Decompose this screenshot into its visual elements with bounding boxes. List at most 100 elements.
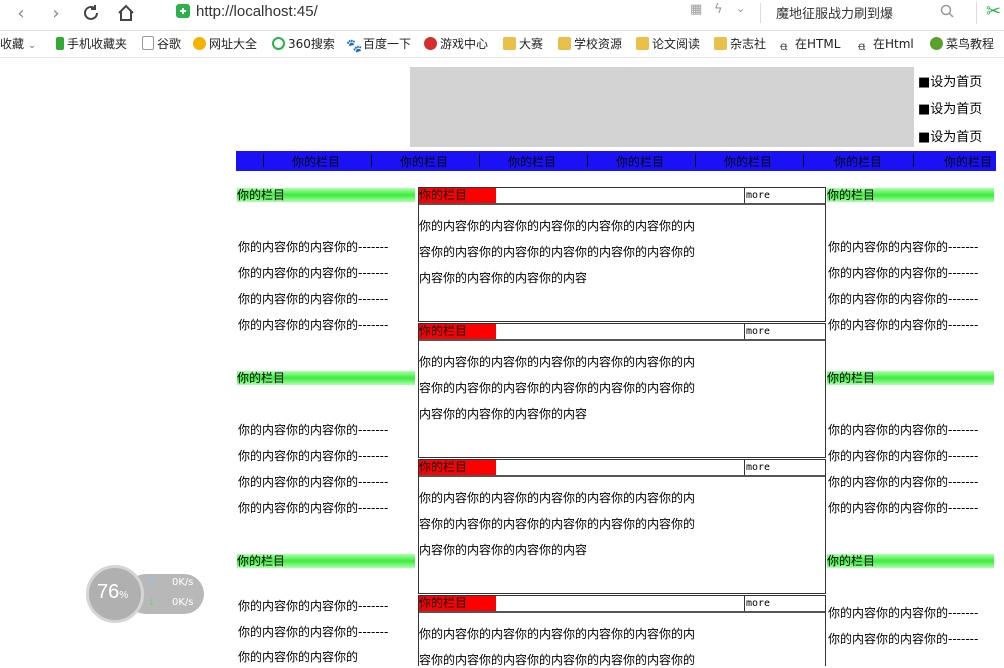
search-icon[interactable] (940, 4, 954, 18)
bookmark-item[interactable]: 谷歌 (142, 35, 181, 53)
bookmark-item[interactable]: 手机收藏夹 (56, 35, 127, 53)
scissors-icon[interactable]: ✂ (986, 1, 1001, 22)
right-content-line[interactable]: 你的内容你的内容你的------- (828, 316, 978, 333)
nav-item[interactable]: 你的栏目 (616, 153, 664, 170)
left-content-line[interactable]: 你的内容你的内容你的------- (238, 473, 388, 490)
upload-arrow-icon: ↑ (147, 577, 156, 588)
bookmark-item[interactable]: ꬰ 在HTML (780, 35, 840, 53)
content-box-header: 你的栏目 more (419, 460, 825, 477)
right-content-line[interactable]: 你的内容你的内容你的------- (828, 447, 978, 464)
content-box-header: 你的栏目 more (419, 324, 825, 341)
left-content-line[interactable]: 你的内容你的内容你的------- (238, 238, 388, 255)
nav-item[interactable]: 你的栏目 (944, 153, 992, 170)
right-content-line[interactable]: 你的内容你的内容你的------- (828, 473, 978, 490)
content-box-title: 你的栏目 (419, 460, 496, 475)
folder-icon (714, 37, 727, 50)
left-content-line[interactable]: 你的内容你的内容你的------- (238, 499, 388, 516)
url-text: http://localhost:45/ (196, 3, 318, 20)
left-content-line[interactable]: 你的内容你的内容你的------- (238, 264, 388, 281)
back-button[interactable]: ‹ (10, 3, 32, 25)
bookmark-folder[interactable]: 大赛 (503, 35, 543, 53)
left-section-title: 你的栏目 (237, 554, 415, 568)
bookmark-item[interactable]: 菜鸟教程 (930, 35, 994, 53)
folder-icon (503, 37, 516, 50)
bookmark-item[interactable]: 网址大全 (193, 35, 257, 53)
set-homepage-link[interactable]: ■设为首页 (918, 71, 1004, 90)
banner-placeholder (410, 67, 914, 147)
left-content-line[interactable]: 你的内容你的内容你的------- (238, 421, 388, 438)
bookmark-item[interactable]: ꬰ 在Html (858, 35, 914, 53)
right-content-line[interactable]: 你的内容你的内容你的------- (828, 264, 978, 281)
set-homepage-link[interactable]: ■设为首页 (918, 126, 1004, 145)
nav-item[interactable]: 你的栏目 (292, 153, 340, 170)
content-text: 容你的内容你的内容你的内容你的内容你的内容你的 (419, 381, 696, 395)
right-section-title: 你的栏目 (827, 371, 994, 385)
page-icon (142, 36, 154, 50)
upload-rate: 0K/s (172, 577, 194, 588)
search-box[interactable]: 魔地征服战力刷到爆 (764, 1, 964, 23)
bookmark-item[interactable]: 🐾百度一下 (346, 35, 411, 54)
left-content-line[interactable]: 你的内容你的内容你的------- (238, 290, 388, 307)
nav-separator (587, 154, 588, 167)
more-link[interactable]: more (744, 324, 827, 339)
nav-separator (803, 154, 804, 167)
left-content-line[interactable]: 你的内容你的内容你的------- (238, 597, 388, 614)
more-link[interactable]: more (744, 188, 827, 203)
right-content-line[interactable]: 你的内容你的内容你的------- (828, 238, 978, 255)
bookmark-folder[interactable]: 杂志社 (714, 35, 766, 53)
right-content-line[interactable]: 你的内容你的内容你的------- (828, 421, 978, 438)
right-content-line[interactable]: 你的内容你的内容你的------- (828, 630, 978, 647)
more-link[interactable]: more (744, 596, 827, 611)
left-content-line[interactable]: 你的内容你的内容你的------- (238, 623, 388, 640)
nav-item[interactable]: 你的栏目 (400, 153, 448, 170)
reload-button[interactable] (80, 3, 102, 25)
dropdown-icon[interactable]: ⌄ (736, 2, 745, 15)
content-text: 你的内容你的内容你的内容你的内容你的内容你的内 (419, 219, 696, 233)
bookmark-label: 论文阅读 (652, 37, 701, 51)
left-section-title: 你的栏目 (237, 371, 415, 385)
nav-item[interactable]: 你的栏目 (508, 153, 556, 170)
content-box: 你的栏目 more 你的内容你的内容你的内容你的内容你的内容你的内 容你的内容你… (418, 459, 826, 594)
qr-icon[interactable]: ▦ (690, 2, 702, 17)
bookmark-item[interactable]: 360搜索 (272, 35, 335, 53)
speed-widget[interactable]: 76% ↑ ↓ 0K/s 0K/s (86, 565, 206, 623)
bookmark-favorites[interactable]: 收藏 ⌄ (0, 35, 36, 53)
address-bar[interactable]: http://localhost:45/ ▦ ϟ ⌄ (168, 0, 756, 24)
globe-icon (193, 37, 206, 50)
bookmark-label: 网址大全 (209, 37, 258, 51)
left-content-line[interactable]: 你的内容你的内容你的 (238, 648, 358, 665)
content-box: 你的栏目 more 你的内容你的内容你的内容你的内容你的内容你的内 容你的内容你… (418, 187, 826, 322)
more-link[interactable]: more (744, 460, 827, 475)
secure-shield-icon (176, 4, 190, 18)
content-text: 内容你的内容你的内容你的内容 (419, 407, 588, 421)
right-section-title: 你的栏目 (827, 188, 994, 202)
nav-item[interactable]: 你的栏目 (724, 153, 772, 170)
right-content-line[interactable]: 你的内容你的内容你的------- (828, 290, 978, 307)
left-content-line[interactable]: 你的内容你的内容你的------- (238, 447, 388, 464)
right-content-line[interactable]: 你的内容你的内容你的------- (828, 499, 978, 516)
game-icon (424, 37, 437, 50)
set-homepage-link[interactable]: ■设为首页 (918, 98, 1004, 117)
download-rate: 0K/s (172, 597, 194, 608)
lightning-icon[interactable]: ϟ (714, 2, 723, 17)
browser-toolbar: ‹ › http://localhost:45/ ▦ ϟ ⌄ 魔地征服战力刷到爆… (0, 0, 1004, 31)
bookmark-folder[interactable]: 学校资源 (558, 35, 622, 53)
home-button[interactable] (115, 3, 137, 25)
bookmark-item[interactable]: 游戏中心 (424, 35, 488, 53)
percent-number: 76 (97, 581, 120, 603)
content-box-header: 你的栏目 more (419, 596, 825, 613)
bookmark-folder[interactable]: 论文阅读 (636, 35, 700, 53)
link-icon: ꬰ (780, 39, 788, 53)
nav-separator (913, 154, 914, 167)
reload-icon (84, 5, 98, 20)
left-content-line[interactable]: 你的内容你的内容你的------- (238, 316, 388, 333)
percent-unit: % (119, 590, 129, 601)
right-content-line[interactable]: 你的内容你的内容你的------- (828, 604, 978, 621)
bookmark-label: 360搜索 (288, 37, 335, 51)
forward-button[interactable]: › (45, 3, 67, 25)
nav-item[interactable]: 你的栏目 (834, 153, 882, 170)
search-360-icon (272, 37, 285, 50)
content-text: 你的内容你的内容你的内容你的内容你的内容你的内 (419, 491, 696, 505)
folder-icon (558, 37, 571, 50)
folder-icon (636, 37, 649, 50)
